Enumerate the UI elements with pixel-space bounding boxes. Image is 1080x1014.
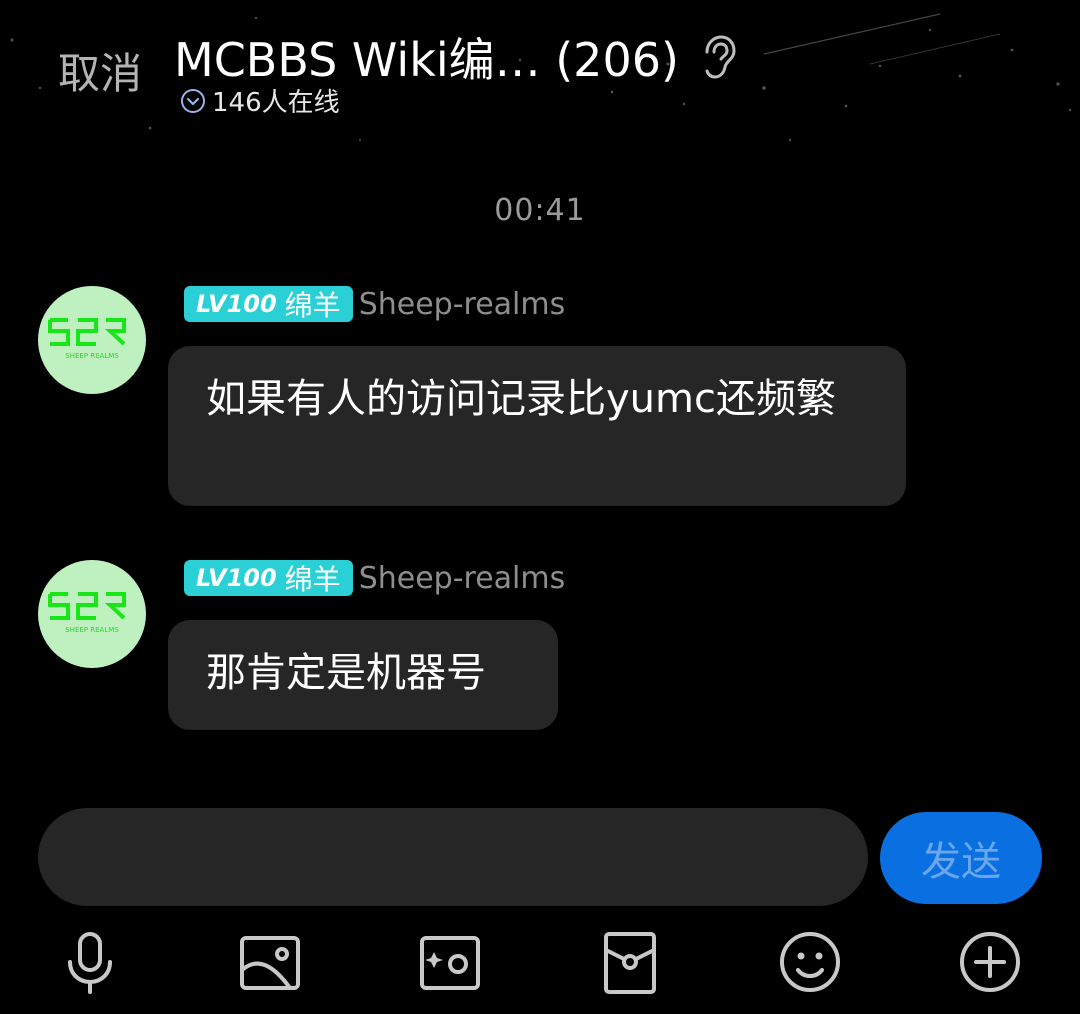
- message-bubble[interactable]: 如果有人的访问记录比yumc还频繁: [168, 346, 906, 506]
- sender-name[interactable]: Sheep-realms: [359, 287, 566, 322]
- level-text: LV100: [196, 564, 277, 592]
- camera-icon: [420, 936, 480, 990]
- plus-icon: [960, 932, 1020, 992]
- send-button[interactable]: 发送: [880, 812, 1042, 904]
- input-toolbar: [0, 922, 1080, 1002]
- level-badge: LV100 绵羊: [184, 286, 353, 322]
- microphone-icon: [68, 932, 112, 994]
- red-packet-icon: [604, 932, 656, 994]
- chat-screen: 取消 MCBBS Wiki编… (206) 146人在线 00:41 SHEEP…: [0, 0, 1080, 1014]
- svg-text:SHEEP REALMS: SHEEP REALMS: [65, 626, 119, 634]
- sheep-realms-logo-icon: SHEEP REALMS: [48, 592, 126, 634]
- more-button[interactable]: [950, 922, 1030, 1002]
- sheep-realms-logo-icon: SHEEP REALMS: [48, 318, 126, 360]
- message-timestamp: 00:41: [494, 193, 586, 228]
- chat-title-row[interactable]: MCBBS Wiki编… (206): [174, 24, 737, 90]
- avatar[interactable]: SHEEP REALMS: [38, 286, 146, 394]
- svg-text:SHEEP REALMS: SHEEP REALMS: [65, 352, 119, 360]
- image-button[interactable]: [230, 922, 310, 1002]
- level-badge: LV100 绵羊: [184, 560, 353, 596]
- image-icon: [240, 936, 300, 990]
- message-text: 如果有人的访问记录比yumc还频繁: [206, 376, 836, 422]
- sender-name[interactable]: Sheep-realms: [359, 561, 566, 596]
- voice-button[interactable]: [50, 922, 130, 1002]
- ear-icon[interactable]: [697, 34, 737, 80]
- sender-row: LV100 绵羊 Sheep-realms: [184, 560, 565, 596]
- member-title: 绵羊: [284, 289, 341, 322]
- cancel-button[interactable]: 取消: [58, 40, 142, 101]
- online-count: 146人在线: [212, 88, 340, 118]
- level-text: LV100: [196, 290, 277, 318]
- avatar[interactable]: SHEEP REALMS: [38, 560, 146, 668]
- message-input[interactable]: [38, 808, 868, 906]
- chat-title[interactable]: MCBBS Wiki编… (206): [174, 24, 679, 90]
- emoji-icon: [780, 932, 840, 992]
- message-text: 那肯定是机器号: [206, 650, 486, 696]
- sender-row: LV100 绵羊 Sheep-realms: [184, 286, 565, 322]
- camera-button[interactable]: [410, 922, 490, 1002]
- message-bubble[interactable]: 那肯定是机器号: [168, 620, 558, 730]
- red-packet-button[interactable]: [590, 922, 670, 1002]
- emoji-button[interactable]: [770, 922, 850, 1002]
- online-status[interactable]: 146人在线: [180, 82, 340, 119]
- chevron-down-circle-icon: [181, 88, 205, 113]
- member-title: 绵羊: [284, 563, 341, 596]
